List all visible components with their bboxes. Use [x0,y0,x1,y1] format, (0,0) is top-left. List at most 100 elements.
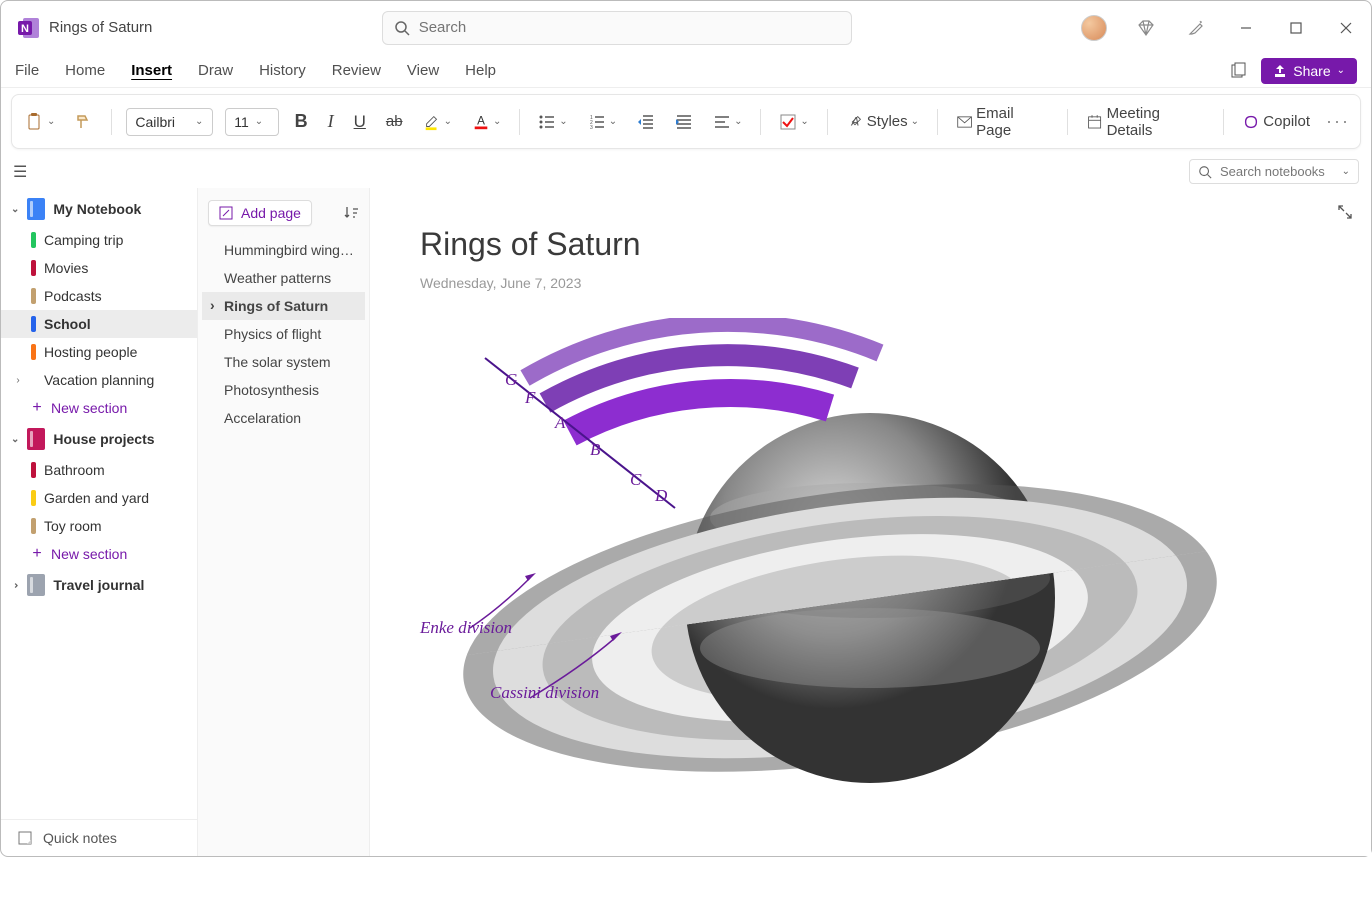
nav-toggle-button[interactable]: ☰ [13,162,27,182]
notebook-house-projects[interactable]: ⌄ House projects [1,422,197,456]
close-button[interactable] [1335,17,1357,39]
ring-label-f: F [525,388,535,408]
search-icon [1198,165,1212,179]
ring-label-c: C [630,470,641,490]
menu-insert[interactable]: Insert [131,62,172,79]
sort-pages-button[interactable] [343,205,359,221]
quick-notes-label: Quick notes [43,830,117,846]
font-color-button[interactable]: A⌄ [468,109,505,135]
paste-button[interactable]: ⌄ [22,109,59,135]
chevron-down-icon: ⌄ [1342,166,1350,177]
more-options-button[interactable]: ··· [1326,111,1350,132]
diamond-icon[interactable] [1135,17,1157,39]
menu-help[interactable]: Help [465,62,496,79]
share-label: Share [1293,63,1330,79]
menu-home[interactable]: Home [65,62,105,79]
notebook-label: Travel journal [53,577,144,593]
page-list: Add page Hummingbird wing… Weather patte… [198,188,370,856]
chevron-down-icon: ⌄ [195,116,203,127]
saturn-illustration: G F A B C D Enke division Cassini divisi… [410,318,1270,918]
new-section-button[interactable]: +New section [1,540,197,568]
underline-button[interactable]: U [350,108,370,136]
expand-icon[interactable] [1337,204,1353,220]
outdent-button[interactable] [633,109,659,135]
chevron-right-icon: ⌄ [10,581,21,589]
chevron-down-icon: ⌄ [911,116,919,127]
notebook-travel-journal[interactable]: ⌄ Travel journal [1,568,197,602]
user-avatar[interactable] [1081,15,1107,41]
new-section-button[interactable]: +New section [1,394,197,422]
label-cassini-division: Cassini division [490,683,599,703]
section-garden[interactable]: Garden and yard [1,484,197,512]
add-page-icon [219,206,233,220]
section-camping-trip[interactable]: Camping trip [1,226,197,254]
chevron-down-icon: ⌄ [11,434,19,445]
email-page-button[interactable]: Email Page [952,101,1053,143]
section-bathroom[interactable]: Bathroom [1,456,197,484]
copilot-button[interactable]: Copilot [1238,109,1314,135]
ring-label-d: D [655,486,667,506]
section-vacation-planning[interactable]: ›Vacation planning [1,366,197,394]
page-item[interactable]: Photosynthesis [202,376,365,404]
menu-history[interactable]: History [259,62,306,79]
maximize-button[interactable] [1285,17,1307,39]
page-item[interactable]: Weather patterns [202,264,365,292]
indent-button[interactable] [671,109,697,135]
menu-review[interactable]: Review [332,62,381,79]
note-title[interactable]: Rings of Saturn [420,226,1361,263]
plus-icon: + [31,545,43,563]
chevron-down-icon: ⌄ [47,116,55,127]
bullets-button[interactable]: ⌄ [534,109,571,135]
copy-to-window-icon[interactable] [1229,62,1247,80]
add-page-label: Add page [241,205,301,221]
chevron-down-icon: ⌄ [800,116,808,127]
share-button[interactable]: Share ⌄ [1261,58,1357,84]
minimize-button[interactable] [1235,17,1257,39]
svg-text:N: N [21,23,29,35]
page-item[interactable]: Rings of Saturn [202,292,365,320]
note-canvas[interactable]: Rings of Saturn Wednesday, June 7, 2023 [370,188,1371,856]
page-item[interactable]: The solar system [202,348,365,376]
font-name-select[interactable]: Cailbri⌄ [126,108,213,136]
section-school[interactable]: School [1,310,197,338]
menu-draw[interactable]: Draw [198,62,233,79]
chevron-down-icon: ⌄ [734,116,742,127]
meeting-details-button[interactable]: Meeting Details [1082,101,1209,143]
format-painter-button[interactable] [71,109,97,135]
page-item[interactable]: Accelaration [202,404,365,432]
section-podcasts[interactable]: Podcasts [1,282,197,310]
font-size-select[interactable]: 11⌄ [225,108,278,136]
search-input[interactable] [382,11,852,45]
search-notebooks-input[interactable]: Search notebooks ⌄ [1189,159,1359,184]
align-button[interactable]: ⌄ [709,109,746,135]
chevron-down-icon: ⌄ [609,116,617,127]
page-item[interactable]: Physics of flight [202,320,365,348]
chevron-down-icon: ⌄ [559,116,567,127]
copilot-label: Copilot [1263,113,1310,130]
section-toy-room[interactable]: Toy room [1,512,197,540]
section-movies[interactable]: Movies [1,254,197,282]
highlight-button[interactable]: ⌄ [419,109,456,135]
notebook-icon [27,574,45,596]
tag-button[interactable]: ⌄ [775,109,812,135]
notebook-my-notebook[interactable]: ⌄ My Notebook [1,192,197,226]
chevron-down-icon: ⌄ [493,116,501,127]
strikethrough-button[interactable]: ab [382,109,407,134]
page-item[interactable]: Hummingbird wing… [202,236,365,264]
brush-icon[interactable] [1185,17,1207,39]
meeting-details-label: Meeting Details [1107,105,1206,139]
numbering-button[interactable]: 123⌄ [584,109,621,135]
styles-button[interactable]: AStyles⌄ [842,109,923,135]
italic-button[interactable]: I [324,107,338,136]
quick-notes-button[interactable]: Quick notes [1,819,197,856]
ring-label-b: B [590,440,600,460]
menu-file[interactable]: File [15,62,39,79]
bold-button[interactable]: B [291,107,312,136]
ring-label-g: G [505,370,517,390]
onenote-app-icon: N [17,16,41,40]
chevron-right-icon: › [13,375,23,386]
chevron-down-icon: ⌄ [444,116,452,127]
menu-view[interactable]: View [407,62,439,79]
add-page-button[interactable]: Add page [208,200,312,226]
section-hosting-people[interactable]: Hosting people [1,338,197,366]
